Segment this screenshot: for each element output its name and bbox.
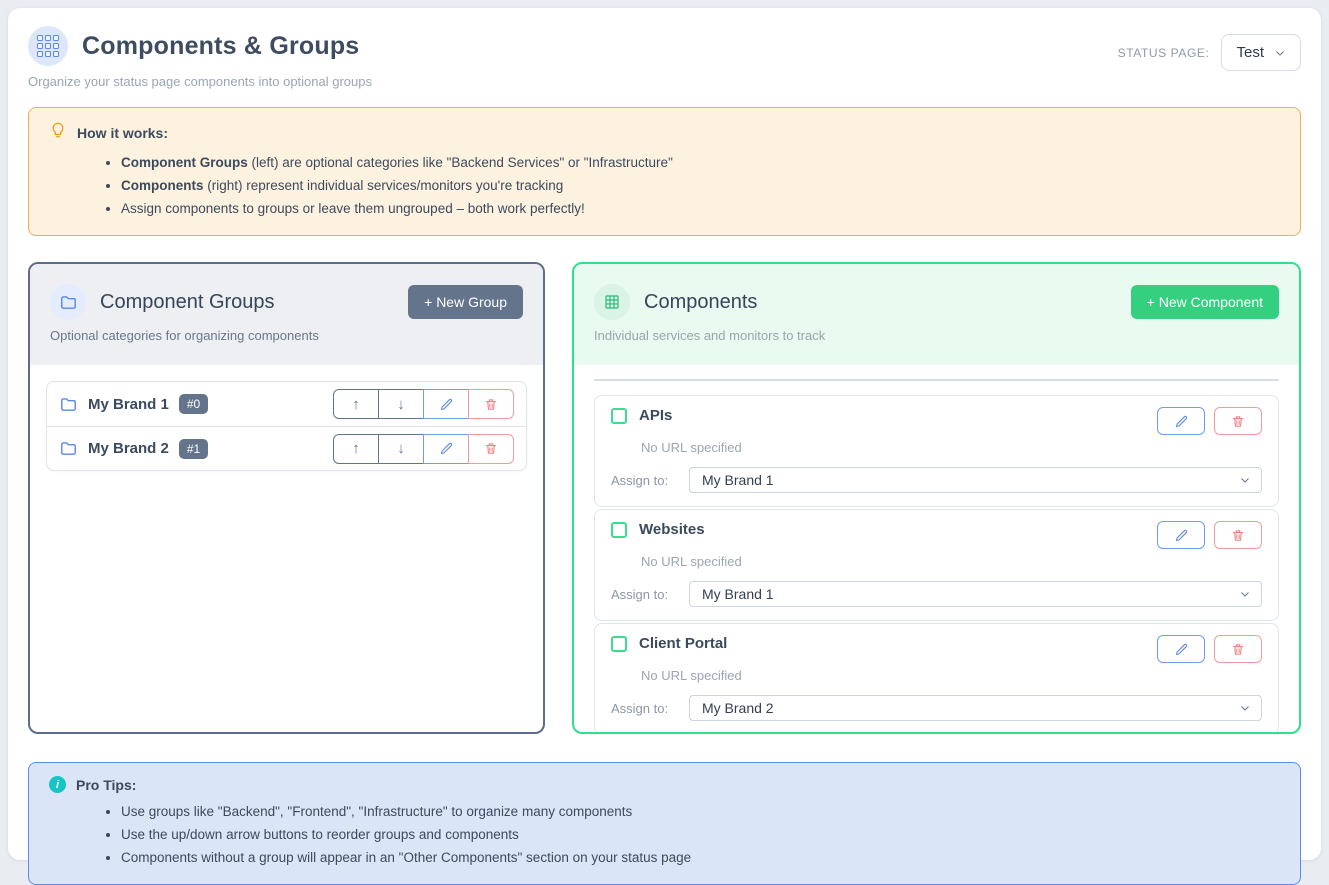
component-url-status: No URL specified xyxy=(641,554,1262,569)
how-it-works-item: Assign components to groups or leave the… xyxy=(121,197,1280,220)
component-name: APIs xyxy=(639,407,672,424)
assign-group-value: My Brand 2 xyxy=(702,700,774,716)
components-groups-page: Components & Groups Organize your status… xyxy=(8,8,1321,860)
how-it-works-list: Component Groups (left) are optional cat… xyxy=(49,151,1280,220)
lightbulb-icon xyxy=(49,121,67,144)
chevron-down-icon xyxy=(1239,702,1251,714)
chevron-down-icon xyxy=(1274,47,1286,59)
assign-group-value: My Brand 1 xyxy=(702,586,774,602)
edit-group-button[interactable] xyxy=(423,389,469,419)
page-header: Components & Groups Organize your status… xyxy=(28,26,1301,89)
folder-icon xyxy=(59,439,78,458)
group-name: My Brand 2 xyxy=(88,440,169,457)
group-list: My Brand 1 #0 ↑ ↓ My Brand 2 # xyxy=(46,381,527,471)
chevron-down-icon xyxy=(1239,474,1251,486)
arrow-up-icon: ↑ xyxy=(352,396,360,413)
assign-group-select[interactable]: My Brand 1 xyxy=(689,467,1262,493)
component-groups-panel: Component Groups + New Group Optional ca… xyxy=(28,262,545,734)
trash-icon xyxy=(484,441,498,456)
status-page-selected-value: Test xyxy=(1236,44,1264,61)
pro-tips-list: Use groups like "Backend", "Frontend", "… xyxy=(49,800,1280,869)
assign-group-select[interactable]: My Brand 1 xyxy=(689,581,1262,607)
arrow-up-icon: ↑ xyxy=(352,440,360,457)
groups-panel-header: Component Groups + New Group Optional ca… xyxy=(30,264,543,365)
pro-tips-item: Use groups like "Backend", "Frontend", "… xyxy=(121,800,1280,823)
status-page-label: STATUS PAGE: xyxy=(1118,46,1210,60)
component-card: APIs No URL specified Assign to: My Bran… xyxy=(594,395,1279,507)
move-up-button[interactable]: ↑ xyxy=(333,389,379,419)
component-card: Websites No URL specified Assign to: My … xyxy=(594,509,1279,621)
component-name: Client Portal xyxy=(639,635,727,652)
group-name: My Brand 1 xyxy=(88,396,169,413)
group-order-badge: #0 xyxy=(179,394,208,414)
pro-tips-title: Pro Tips: xyxy=(76,777,136,793)
component-list: APIs No URL specified Assign to: My Bran… xyxy=(574,395,1299,734)
edit-group-button[interactable] xyxy=(423,434,469,464)
delete-component-button[interactable] xyxy=(1214,407,1262,435)
move-down-button[interactable]: ↓ xyxy=(378,389,424,419)
how-it-works-item: Component Groups (left) are optional cat… xyxy=(121,151,1280,174)
folder-icon xyxy=(59,395,78,414)
assign-to-label: Assign to: xyxy=(611,587,673,602)
trash-icon xyxy=(1231,642,1245,657)
folder-icon xyxy=(50,284,86,320)
groups-panel-title: Component Groups xyxy=(100,291,275,314)
pro-tips-item: Use the up/down arrow buttons to reorder… xyxy=(121,823,1280,846)
delete-component-button[interactable] xyxy=(1214,521,1262,549)
assign-group-select[interactable]: My Brand 2 xyxy=(689,695,1262,721)
component-checkbox[interactable] xyxy=(611,522,627,538)
assign-group-value: My Brand 1 xyxy=(702,472,774,488)
move-down-button[interactable]: ↓ xyxy=(378,434,424,464)
component-url-status: No URL specified xyxy=(641,440,1262,455)
move-up-button[interactable]: ↑ xyxy=(333,434,379,464)
edit-component-button[interactable] xyxy=(1157,521,1205,549)
group-order-badge: #1 xyxy=(179,439,208,459)
pro-tips-box: i Pro Tips: Use groups like "Backend", "… xyxy=(28,762,1301,885)
new-component-button[interactable]: + New Component xyxy=(1131,285,1279,319)
delete-group-button[interactable] xyxy=(468,434,514,464)
page-title: Components & Groups xyxy=(82,32,359,61)
pencil-icon xyxy=(439,441,454,456)
page-subtitle: Organize your status page components int… xyxy=(28,74,372,89)
chevron-down-icon xyxy=(1239,588,1251,600)
arrow-down-icon: ↓ xyxy=(397,396,405,413)
how-it-works-item: Components (right) represent individual … xyxy=(121,174,1280,197)
component-name: Websites xyxy=(639,521,705,538)
components-panel: Components + New Component Individual se… xyxy=(572,262,1301,734)
component-checkbox[interactable] xyxy=(611,408,627,424)
pencil-icon xyxy=(1174,528,1189,543)
pro-tips-item: Components without a group will appear i… xyxy=(121,846,1280,869)
component-card: Client Portal No URL specified Assign to… xyxy=(594,623,1279,734)
components-panel-header: Components + New Component Individual se… xyxy=(574,264,1299,365)
component-checkbox[interactable] xyxy=(611,636,627,652)
groups-panel-subtitle: Optional categories for organizing compo… xyxy=(50,328,523,343)
trash-icon xyxy=(484,397,498,412)
components-grid-icon xyxy=(28,26,68,66)
group-row: My Brand 1 #0 ↑ ↓ xyxy=(47,382,526,426)
info-icon: i xyxy=(49,776,66,793)
edit-component-button[interactable] xyxy=(1157,635,1205,663)
assign-to-label: Assign to: xyxy=(611,473,673,488)
new-group-button[interactable]: + New Group xyxy=(408,285,523,319)
pencil-icon xyxy=(439,397,454,412)
pencil-icon xyxy=(1174,642,1189,657)
assign-to-label: Assign to: xyxy=(611,701,673,716)
status-page-select[interactable]: Test xyxy=(1221,34,1301,71)
how-it-works-box: How it works: Component Groups (left) ar… xyxy=(28,107,1301,236)
component-search xyxy=(594,379,1279,381)
components-panel-title: Components xyxy=(644,291,757,314)
table-grid-icon xyxy=(594,284,630,320)
trash-icon xyxy=(1231,414,1245,429)
group-row: My Brand 2 #1 ↑ ↓ xyxy=(47,426,526,470)
trash-icon xyxy=(1231,528,1245,543)
edit-component-button[interactable] xyxy=(1157,407,1205,435)
component-url-status: No URL specified xyxy=(641,668,1262,683)
delete-group-button[interactable] xyxy=(468,389,514,419)
delete-component-button[interactable] xyxy=(1214,635,1262,663)
pencil-icon xyxy=(1174,414,1189,429)
arrow-down-icon: ↓ xyxy=(397,440,405,457)
components-panel-subtitle: Individual services and monitors to trac… xyxy=(594,328,1279,343)
how-it-works-title: How it works: xyxy=(77,125,168,141)
